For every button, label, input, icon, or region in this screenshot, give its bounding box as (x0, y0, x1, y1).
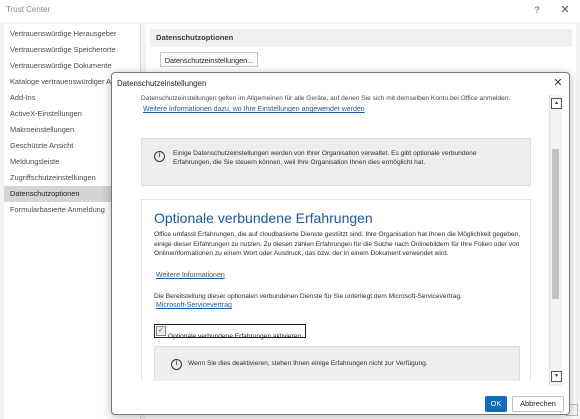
help-button[interactable]: ? (530, 3, 544, 17)
trust-center-title: Trust Center (6, 5, 51, 14)
dialog-content: Datenschutzeinstellungen gelten im Allge… (119, 95, 555, 381)
info-icon: i (171, 359, 182, 370)
dialog-scrollbar[interactable]: ▲ ▼ (549, 95, 562, 386)
settings-scope-link[interactable]: Weitere Informationen dazu, wo Ihre Eins… (143, 106, 365, 113)
dialog-close-button[interactable]: ✕ (550, 75, 566, 91)
intro-text: Datenschutzeinstellungen gelten im Allge… (141, 95, 511, 102)
info-icon: i (154, 151, 165, 162)
ok-button[interactable]: OK (485, 396, 507, 412)
enable-optional-experiences-checkbox[interactable]: ✓ (156, 326, 166, 336)
disable-warning-text: Wenn Sie dies deaktivieren, stehen Ihnen… (188, 360, 428, 367)
enable-optional-experiences-toggle[interactable]: ✓ Optionale verbundene Erfahrungen aktiv… (154, 324, 307, 340)
service-agreement-link[interactable]: Microsoft-Servicevertrag (156, 302, 232, 309)
privacy-settings-dialog: Datenschutzeinstellungen ✕ Datenschutzei… (111, 72, 570, 415)
scroll-down-icon[interactable]: ▼ (551, 371, 562, 382)
optional-experiences-section: Optionale verbundene Erfahrungen Office … (141, 199, 531, 381)
optional-experiences-title: Optionale verbundene Erfahrungen (154, 210, 373, 226)
org-managed-info-text: Einige Datenschutzeinstellungen werden v… (173, 150, 477, 166)
disable-warning-box: i Wenn Sie dies deaktivieren, stehen Ihn… (154, 346, 520, 381)
scroll-thumb[interactable] (552, 149, 559, 299)
service-agreement-sentence: Die Bereitstellung dieser optionalen ver… (154, 293, 462, 300)
more-info-link[interactable]: Weitere Informationen (156, 272, 225, 279)
org-managed-info-box: i Einige Datenschutzeinstellungen werden… (141, 138, 531, 186)
sidebar-item-trusted-publishers[interactable]: Vertrauenswürdige Herausgeber (4, 26, 140, 42)
privacy-settings-button[interactable]: Datenschutzeinstellungen... (160, 52, 258, 67)
trust-center-titlebar: Trust Center ? ✕ (0, 0, 580, 22)
privacy-section-title: Datenschutzoptionen (156, 33, 234, 42)
privacy-section-header: Datenschutzoptionen (150, 29, 572, 47)
cancel-button[interactable]: Abbrechen (512, 396, 564, 412)
dialog-title: Datenschutzeinstellungen (117, 79, 207, 88)
optional-experiences-description: Office umfasst Erfahrungen, die auf clou… (154, 231, 521, 257)
trust-center-close-button[interactable]: ✕ (558, 3, 572, 17)
enable-optional-experiences-label: Optionale verbundene Erfahrungen aktivie… (168, 333, 302, 340)
scroll-up-icon[interactable]: ▲ (551, 98, 562, 109)
sidebar-item-trusted-locations[interactable]: Vertrauenswürdige Speicherorte (4, 42, 140, 58)
